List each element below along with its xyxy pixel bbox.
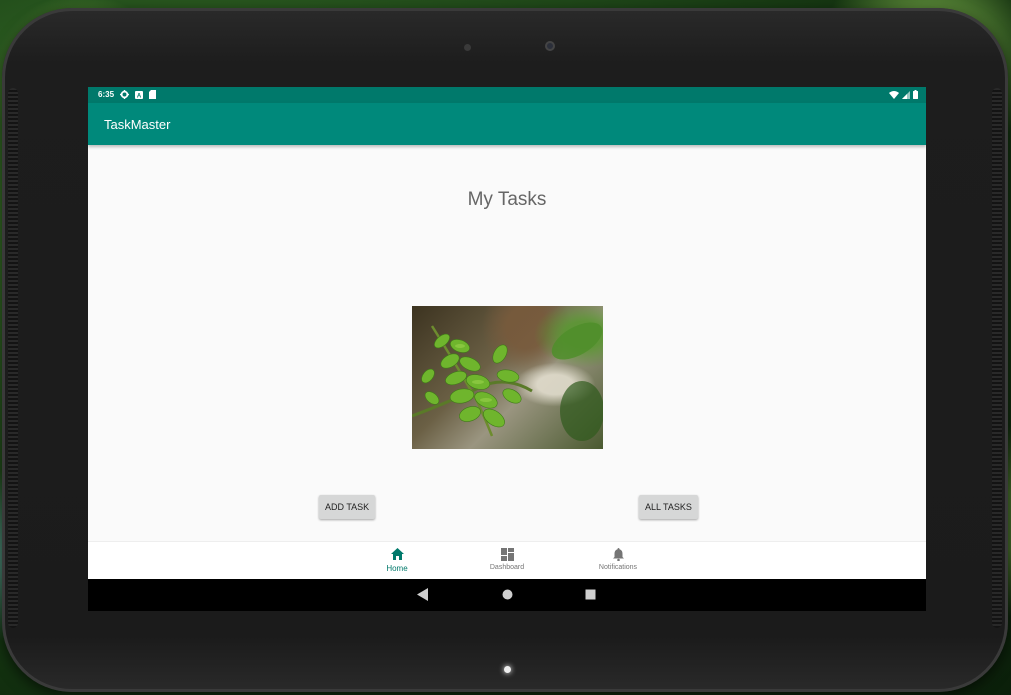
nav-item-home[interactable]: Home [357,548,437,573]
page-heading: My Tasks [467,189,547,210]
wifi-icon [889,90,899,99]
nav-label-dashboard: Dashboard [489,564,525,571]
app-title: TaskMaster [104,117,171,132]
svg-text:A: A [137,93,142,99]
app-bar: TaskMaster [88,103,926,145]
nav-label-home: Home [386,564,408,573]
device-screen: 6:35 A TaskMaster My Tasks ADD TASK ALL … [88,87,926,611]
bell-icon [578,548,658,562]
system-navigation-bar [88,579,926,611]
front-camera [545,41,555,51]
home-circle-icon[interactable] [502,588,513,606]
recents-icon[interactable] [585,588,596,606]
sd-card-icon [149,90,157,99]
settings-icon [120,90,130,99]
nav-label-notifications: Notifications [598,564,638,571]
dashboard-icon [467,548,547,562]
proximity-sensor [464,44,471,51]
battery-icon [913,90,918,99]
bottom-navigation: Home Dashboard Notifications [88,541,926,580]
nav-item-dashboard[interactable]: Dashboard [467,548,547,571]
all-tasks-button[interactable]: ALL TASKS [639,495,698,519]
nav-item-notifications[interactable]: Notifications [578,548,658,571]
notification-a-icon: A [135,90,144,99]
cell-signal-icon [902,90,910,99]
add-task-button[interactable]: ADD TASK [319,495,376,519]
status-time: 6:35 [98,90,115,99]
home-led [504,666,511,673]
back-icon[interactable] [417,588,428,606]
right-speaker-grille [992,88,1002,628]
left-speaker-grille [8,88,18,628]
plant-image [412,306,603,449]
status-bar: 6:35 A [88,87,926,103]
home-icon [357,548,437,562]
